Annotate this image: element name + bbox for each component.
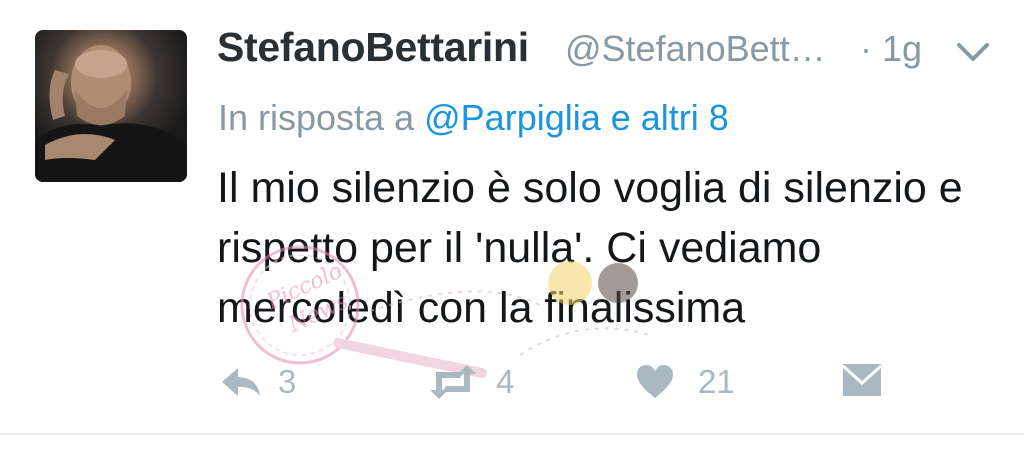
reply-count: 3: [278, 363, 297, 400]
tweet-actions: 3 4 21: [0, 355, 1024, 415]
reply-targets-link[interactable]: @Parpiglia e altri 8: [424, 97, 729, 138]
display-name[interactable]: StefanoBettarini: [217, 24, 529, 71]
retweet-button[interactable]: 4: [424, 363, 514, 401]
tweet-text: Il mio silenzio è solo voglia di silenzi…: [217, 164, 963, 332]
reply-prefix: In risposta a: [218, 97, 415, 138]
user-handle[interactable]: @StefanoBett…: [565, 28, 826, 70]
reply-context: In risposta a @Parpiglia e altri 8: [218, 97, 729, 139]
heart-icon: [637, 365, 673, 398]
tweet: StefanoBettarini @StefanoBett… · 1g In r…: [0, 0, 1024, 454]
retweet-icon: [430, 365, 476, 399]
avatar[interactable]: [35, 30, 187, 182]
like-count: 21: [698, 363, 735, 400]
reply-icon: [222, 368, 260, 396]
timestamp[interactable]: · 1g: [860, 28, 922, 70]
chevron-down-icon[interactable]: [955, 40, 991, 66]
avatar-image: [35, 45, 187, 182]
envelope-icon: [842, 364, 882, 396]
like-button[interactable]: 21: [636, 363, 735, 401]
direct-message-button[interactable]: [842, 363, 882, 397]
reply-button[interactable]: 3: [218, 363, 296, 401]
retweet-count: 4: [496, 363, 515, 400]
divider: [0, 433, 1024, 435]
